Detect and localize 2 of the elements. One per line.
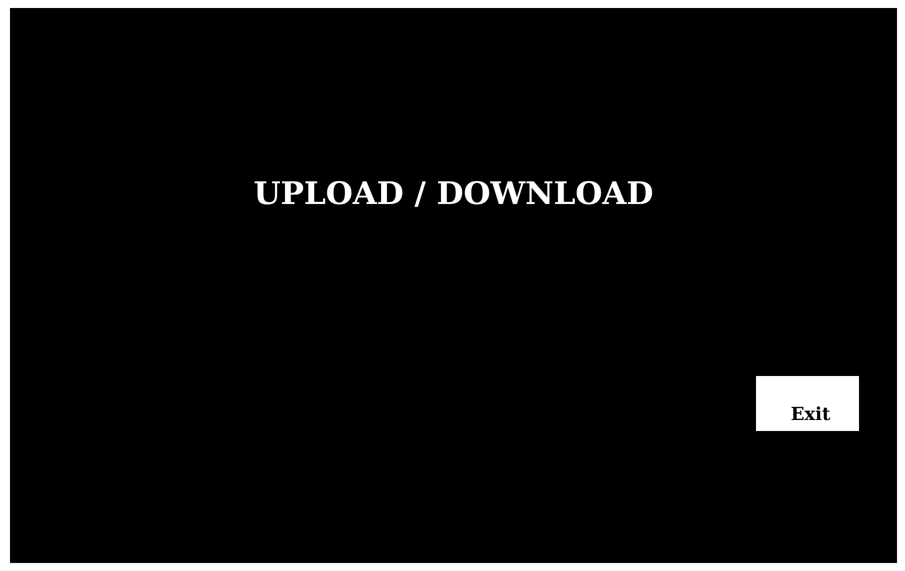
screen-title: UPLOAD / DOWNLOAD (252, 175, 654, 214)
exit-button[interactable]: Exit (756, 376, 859, 431)
